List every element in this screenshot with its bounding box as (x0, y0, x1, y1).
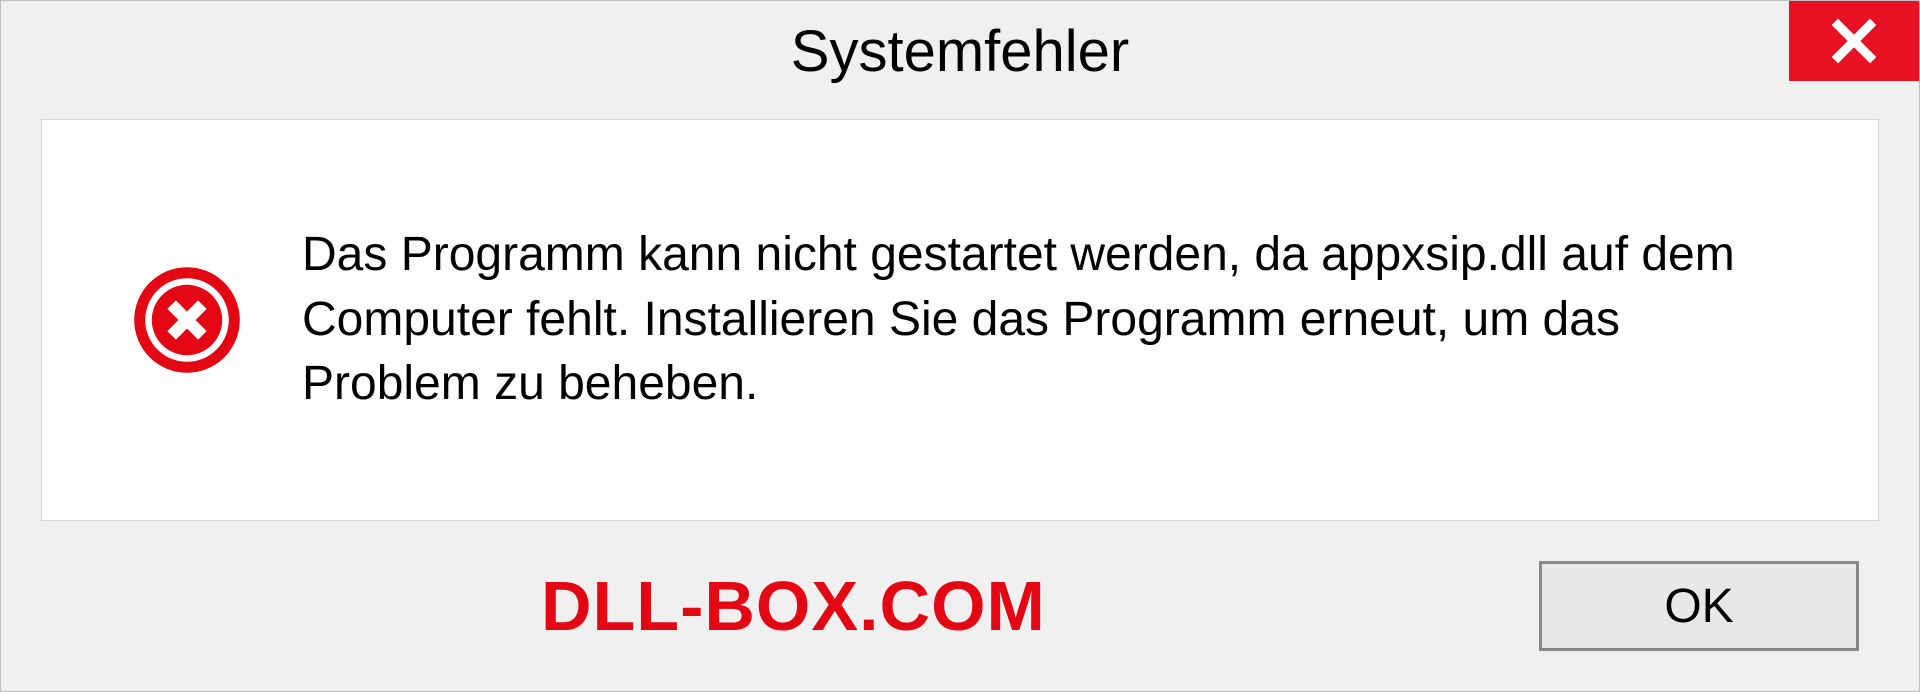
dialog-footer: DLL-BOX.COM OK (1, 521, 1919, 691)
close-icon (1830, 17, 1878, 65)
error-message: Das Programm kann nicht gestartet werden… (302, 223, 1788, 417)
close-button[interactable] (1789, 1, 1919, 81)
content-panel: Das Programm kann nicht gestartet werden… (41, 119, 1879, 521)
error-icon (132, 265, 242, 375)
titlebar: Systemfehler (1, 1, 1919, 101)
watermark-text: DLL-BOX.COM (541, 566, 1046, 646)
error-dialog: Systemfehler Das Programm kann nicht ges… (0, 0, 1920, 692)
dialog-title: Systemfehler (791, 18, 1129, 85)
ok-button[interactable]: OK (1539, 561, 1859, 651)
